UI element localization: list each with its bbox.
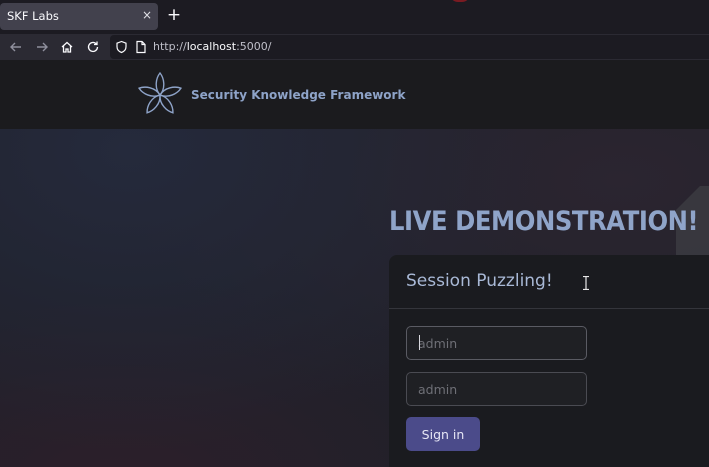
text-caret [419, 335, 420, 350]
url-path: :5000/ [236, 40, 272, 53]
card-title: Session Puzzling! [406, 271, 553, 291]
page-icon [131, 37, 151, 57]
brand-title[interactable]: Security Knowledge Framework [191, 88, 405, 102]
sign-in-button[interactable]: Sign in [406, 417, 480, 451]
new-tab-icon[interactable]: + [164, 5, 184, 25]
page-headline: LIVE DEMONSTRATION! [389, 206, 699, 237]
browser-nav-bar: http://localhost:5000/ [0, 34, 709, 60]
site-header: Security Knowledge Framework [0, 60, 709, 129]
username-input[interactable] [406, 326, 587, 360]
recording-indicator [450, 0, 470, 2]
reload-icon[interactable] [83, 37, 103, 57]
tab-title: SKF Labs [7, 9, 59, 23]
url-text[interactable]: http://localhost:5000/ [153, 40, 272, 53]
browser-tab[interactable]: SKF Labs × [0, 3, 158, 30]
home-icon[interactable] [57, 37, 77, 57]
url-bar[interactable]: http://localhost:5000/ [110, 35, 709, 59]
text-cursor-icon [583, 276, 589, 290]
back-icon[interactable] [6, 37, 26, 57]
web-page: Security Knowledge Framework LIVE DEMONS… [0, 60, 709, 467]
close-tab-icon[interactable]: × [140, 8, 154, 22]
login-card: Session Puzzling! Sign in [389, 255, 709, 467]
password-input[interactable] [406, 372, 587, 406]
card-divider [389, 308, 709, 309]
shield-icon[interactable] [111, 37, 131, 57]
browser-tab-bar: SKF Labs × + [0, 0, 709, 34]
url-host: localhost [186, 40, 237, 53]
flower-logo-icon[interactable] [138, 72, 182, 118]
forward-icon[interactable] [32, 37, 52, 57]
url-scheme: http:// [153, 40, 187, 53]
